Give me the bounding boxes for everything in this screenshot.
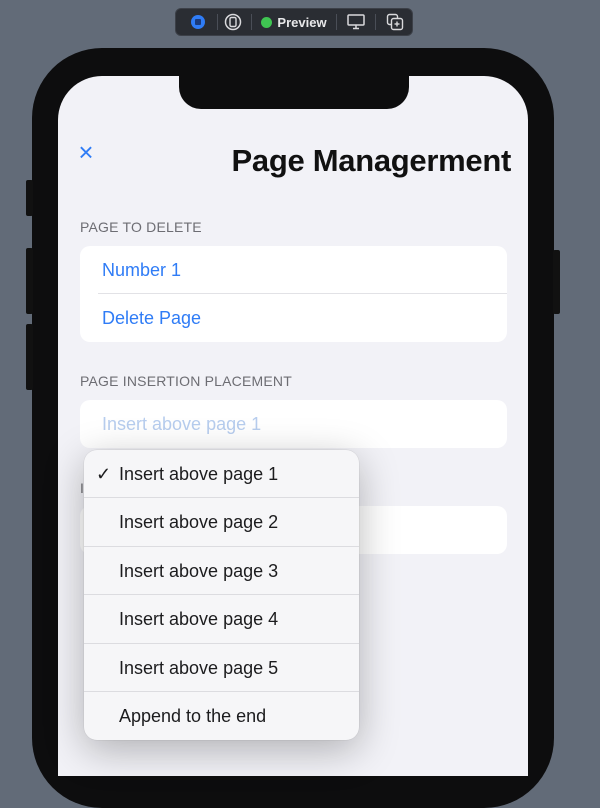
close-icon: × [78, 137, 94, 167]
toolbar-divider [336, 14, 337, 30]
toolbar-divider [251, 14, 252, 30]
menu-item-label: Insert above page 4 [119, 609, 279, 629]
menu-item-insert-above-page-5[interactable]: Insert above page 5 [84, 644, 359, 692]
volume-up-button [26, 248, 33, 314]
close-button[interactable]: × [73, 138, 99, 166]
menu-item-insert-above-page-4[interactable]: Insert above page 4 [84, 595, 359, 643]
checkmark-icon: ✓ [96, 464, 112, 484]
menu-item-insert-above-page-1[interactable]: ✓ Insert above page 1 [84, 450, 359, 498]
insertion-placement-picker[interactable]: Insert above page 1 [80, 400, 507, 448]
mute-switch [26, 180, 33, 216]
display-icon [347, 14, 365, 30]
preview-status-icon [261, 16, 273, 28]
menu-item-label: Insert above page 2 [119, 512, 279, 532]
preview-label: Preview [277, 14, 327, 30]
toolbar-divider [375, 14, 376, 30]
live-preview-button[interactable] [184, 9, 212, 35]
delete-page-button[interactable]: Delete Page [80, 294, 507, 342]
notch [179, 48, 409, 109]
page-number-picker[interactable]: Number 1 [80, 246, 507, 294]
menu-item-label: Insert above page 3 [119, 561, 279, 581]
duplicate-button[interactable] [384, 9, 406, 35]
menu-item-insert-above-page-3[interactable]: Insert above page 3 [84, 547, 359, 595]
delete-section-group: Number 1 Delete Page [80, 246, 507, 342]
insertion-section-header: PAGE INSERTION PLACEMENT [80, 373, 292, 389]
delete-section-header: PAGE TO DELETE [80, 219, 202, 235]
toolbar-divider [217, 14, 218, 30]
power-button [553, 250, 560, 314]
device-icon [224, 13, 242, 31]
display-button[interactable] [344, 9, 368, 35]
duplicate-icon [386, 13, 404, 31]
menu-item-insert-above-page-2[interactable]: Insert above page 2 [84, 498, 359, 546]
volume-down-button [26, 324, 33, 390]
device-settings-button[interactable] [222, 9, 244, 35]
menu-item-label: Append to the end [119, 706, 267, 726]
menu-item-append-to-end[interactable]: Append to the end [84, 692, 359, 740]
menu-item-label: Insert above page 5 [119, 658, 279, 678]
preview-button[interactable]: Preview [258, 9, 330, 35]
page-title: Page Managerment [231, 143, 512, 178]
live-preview-icon [191, 15, 205, 29]
preview-toolbar: Preview [175, 8, 413, 36]
insertion-placement-menu: ✓ Insert above page 1 Insert above page … [84, 450, 359, 740]
menu-item-label: Insert above page 1 [119, 464, 279, 484]
